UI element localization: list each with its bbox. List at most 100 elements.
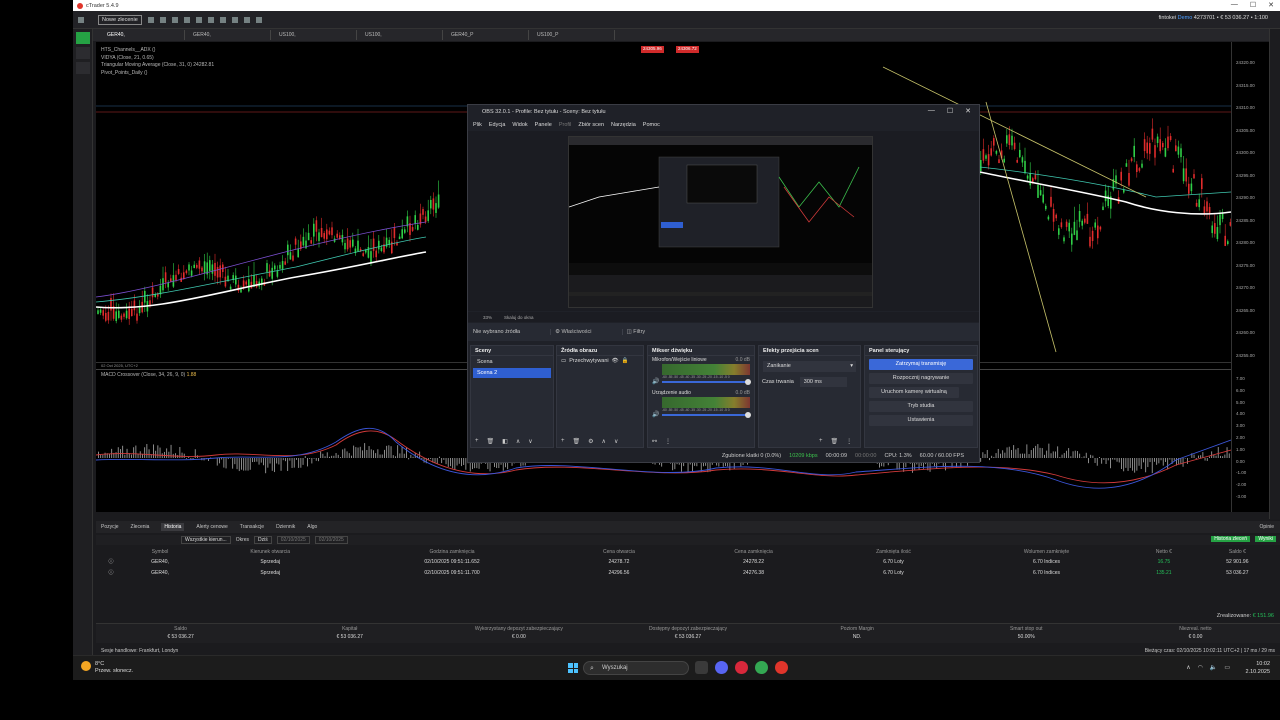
copy-nav-icon[interactable]	[75, 47, 90, 59]
volume-slider[interactable]	[662, 379, 751, 385]
chevron-up-icon[interactable]: ∧	[1186, 664, 1190, 671]
indicator-label[interactable]: VIDYA (Close, 21, 0.65)	[101, 55, 214, 63]
chart-tab[interactable]: GER40,	[187, 30, 271, 40]
macd-label[interactable]: MACD Crossover (Close, 34, 26, 9, 0) 1.8…	[101, 372, 196, 378]
algo-nav-icon[interactable]	[75, 62, 90, 74]
menu-file[interactable]: Plik	[473, 122, 482, 128]
visibility-icon[interactable]: 👁	[612, 358, 619, 364]
column-header[interactable]: Symbol	[126, 548, 194, 556]
scale-select[interactable]: Skaluj do okna	[504, 315, 534, 320]
start-button[interactable]	[568, 663, 578, 673]
drawing-icon[interactable]	[219, 16, 226, 23]
move-up-icon[interactable]: ∧	[602, 438, 606, 445]
feedback-button[interactable]: Opinie	[1260, 524, 1274, 530]
column-header[interactable]: Zamknięta ilość	[827, 548, 960, 556]
buy-price-button[interactable]: 24306.72	[676, 46, 699, 53]
speaker-icon[interactable]: 🔊	[652, 411, 659, 418]
zoom-in-icon[interactable]	[183, 16, 190, 23]
menu-scene-collection[interactable]: Zbiór scen	[578, 122, 604, 128]
move-down-icon[interactable]: ∨	[528, 438, 532, 445]
zoom-level[interactable]: 33%	[483, 315, 492, 320]
start-virtual-camera-button[interactable]: Uruchom kamerę wirtualną	[869, 387, 959, 398]
account-info[interactable]: fintokei Demo 4273701 • € 53 036.27 • 1:…	[1159, 15, 1268, 21]
properties-button[interactable]: ⚙ Właściwości	[550, 329, 592, 335]
indicators-icon[interactable]	[207, 16, 214, 23]
menu-profile[interactable]: Profil	[559, 122, 572, 128]
obs-close-button[interactable]: ✕	[965, 107, 971, 115]
template-icon[interactable]	[243, 16, 250, 23]
trade-nav-icon[interactable]	[75, 32, 90, 44]
scene-item[interactable]: Scena	[473, 357, 551, 367]
transition-select[interactable]: Zanikanie	[763, 361, 856, 372]
chart-tab[interactable]: GER40,	[101, 30, 185, 40]
ctrader-icon[interactable]	[775, 661, 788, 674]
column-header[interactable]: Cena zamknięcia	[680, 548, 827, 556]
obs-preview[interactable]	[468, 131, 979, 311]
menu-view[interactable]: Widok	[512, 122, 527, 128]
stop-streaming-button[interactable]: Zatrzymaj transmisję	[869, 359, 973, 370]
menu-docks[interactable]: Panele	[535, 122, 552, 128]
move-up-icon[interactable]: ∧	[516, 438, 520, 445]
table-row[interactable]: ⓘ GER40, Sprzedaj 02/10/2025 09:51:11.65…	[96, 556, 1280, 567]
tab-history[interactable]: Historia	[161, 523, 185, 531]
tab-transactions[interactable]: Transakcje	[240, 524, 264, 530]
column-header[interactable]: Saldo €	[1195, 548, 1280, 556]
zoom-out-icon[interactable]	[195, 16, 202, 23]
filter-icon[interactable]: ◧	[502, 438, 508, 445]
direction-filter[interactable]: Wszystkie kierun...	[181, 536, 231, 544]
add-icon[interactable]: +	[475, 438, 479, 445]
add-icon[interactable]: +	[819, 438, 823, 445]
start-recording-button[interactable]: Rozpocznij nagrywanie	[869, 373, 973, 384]
delete-icon[interactable]: 🗑	[573, 438, 581, 445]
column-header[interactable]: Cena otwarcia	[558, 548, 680, 556]
link-icon[interactable]: ⚯	[652, 438, 657, 445]
sell-price-button[interactable]: 24305.96	[641, 46, 664, 53]
obs-minimize-button[interactable]: —	[928, 107, 935, 115]
date-to[interactable]: 02/10/2025	[314, 536, 348, 544]
volume-icon[interactable]: 🔈	[1210, 664, 1217, 671]
duration-input[interactable]: 300 ms	[799, 377, 847, 387]
delete-icon[interactable]: 🗑	[487, 438, 495, 445]
results-button[interactable]: Wyniki	[1255, 536, 1276, 542]
chart-tab[interactable]: US100,	[359, 30, 443, 40]
menu-tools[interactable]: Narzędzia	[611, 122, 636, 128]
filters-button[interactable]: ◫ Filtry	[621, 329, 645, 335]
indicator-label[interactable]: HTS_Channels__ADX ()	[101, 47, 214, 55]
crosshair-icon[interactable]	[231, 16, 238, 23]
minimize-button[interactable]: —	[1231, 1, 1238, 9]
more-icon[interactable]: ⋮	[846, 438, 852, 445]
date-from[interactable]: 02/10/2025	[276, 536, 310, 544]
opera-icon[interactable]	[735, 661, 748, 674]
chart-tab[interactable]: US100_P	[531, 30, 615, 40]
discord-icon[interactable]	[715, 661, 728, 674]
menu-edit[interactable]: Edycja	[489, 122, 506, 128]
maximize-button[interactable]: ☐	[1250, 1, 1256, 9]
tab-algo[interactable]: Algo	[307, 524, 317, 530]
layout-icon[interactable]	[171, 16, 178, 23]
column-header[interactable]: Kierunek otwarcia	[194, 548, 346, 556]
column-header[interactable]: Wolumen zamknięte	[960, 548, 1133, 556]
settings-button[interactable]: Ustawienia	[869, 415, 973, 426]
add-icon[interactable]: +	[561, 438, 565, 445]
table-row[interactable]: ⓘ GER40, Sprzedaj 02/10/2025 09:51:11.70…	[96, 567, 1280, 578]
indicator-label[interactable]: Pivot_Points_Daily ()	[101, 70, 214, 78]
volume-slider[interactable]	[662, 412, 751, 418]
obs-maximize-button[interactable]: ☐	[947, 107, 953, 115]
more-icon[interactable]: ⋮	[665, 438, 671, 445]
gear-icon[interactable]: ⚙	[588, 438, 593, 445]
info-icon[interactable]: ⓘ	[96, 556, 126, 567]
column-header[interactable]: Godzina zamknięcia	[346, 548, 558, 556]
move-down-icon[interactable]: ∨	[614, 438, 618, 445]
studio-mode-button[interactable]: Tryb studia	[869, 401, 973, 412]
clock[interactable]: 10:02 2.10.2025	[1246, 660, 1270, 676]
scene-item-selected[interactable]: Scena 2	[473, 368, 551, 378]
tab-price-alerts[interactable]: Alerty cenowe	[196, 524, 227, 530]
close-button[interactable]: ✕	[1268, 1, 1274, 9]
weather-widget[interactable]: 8°C Przew. słonecz.	[81, 661, 133, 675]
delete-icon[interactable]: 🗑	[831, 438, 839, 445]
wifi-icon[interactable]: ◠	[1198, 664, 1203, 671]
menu-help[interactable]: Pomoc	[643, 122, 660, 128]
task-view-icon[interactable]	[695, 661, 708, 674]
chrome-icon[interactable]	[755, 661, 768, 674]
snapshot-icon[interactable]	[255, 16, 262, 23]
